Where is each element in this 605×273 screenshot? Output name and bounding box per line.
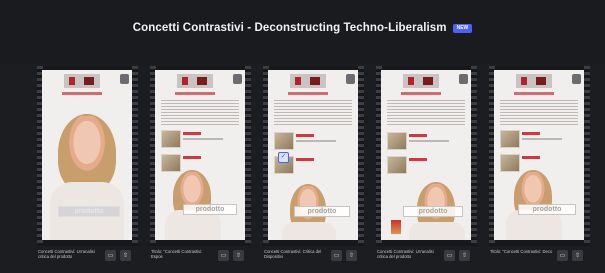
- video-card[interactable]: prodotto Concetti Contrastivi: Un'analis…: [37, 66, 138, 261]
- corner-icon: [233, 74, 242, 84]
- closed-caption-button[interactable]: ▭: [331, 250, 342, 261]
- card-meta: Concetti Contrastivi: Un'analisi critica…: [377, 246, 477, 270]
- article-line: [409, 140, 449, 142]
- article-tag: [296, 158, 314, 161]
- article-thumbnail: [161, 154, 181, 172]
- closed-caption-icon: ▭: [107, 252, 114, 259]
- video-thumbnail[interactable]: prodotto: [494, 70, 584, 240]
- page-title: Concetti Contrastivi - Deconstructing Te…: [132, 22, 447, 34]
- closed-caption-icon: ▭: [333, 252, 340, 259]
- article-thumbnail: [500, 130, 520, 148]
- corner-icon: [459, 74, 468, 84]
- share-icon: ⇧: [235, 252, 242, 259]
- card-meta: Titolo: "Concetti Contrastivi: Deco ▭ ⇧: [490, 246, 590, 270]
- article-thumbnail: [387, 156, 407, 174]
- article-tag: [409, 158, 427, 161]
- presenter-face: [62, 116, 112, 182]
- video-card[interactable]: prodotto Concetti Contrastivi: Un'analis…: [376, 66, 477, 261]
- filmstrip-edge: [358, 66, 364, 246]
- video-card[interactable]: prodotto ✓ Concetti Contrastivi: Critica…: [263, 66, 364, 261]
- card-description: Titolo: "Concetti Contrastivi: Deco: [490, 249, 553, 254]
- presenter-shirt: [282, 222, 336, 240]
- article-line: [522, 138, 562, 140]
- article-thumbnail: [274, 132, 294, 150]
- article-tag: [183, 156, 201, 159]
- new-badge: NEW: [452, 23, 473, 33]
- filmstrip-edge: [245, 66, 251, 246]
- filmstrip-edge: [471, 66, 477, 246]
- document-text: [274, 100, 352, 126]
- corner-icon: [572, 74, 581, 84]
- corner-icon: [120, 74, 129, 84]
- article-line: [296, 140, 336, 142]
- document-heading: [401, 92, 441, 95]
- article-tag: [296, 134, 314, 137]
- book-cover: [391, 220, 401, 234]
- document-logo: [403, 74, 439, 88]
- article-tag: [409, 134, 427, 137]
- document-text: [387, 100, 465, 126]
- document-heading: [288, 92, 328, 95]
- document-text: [500, 100, 578, 126]
- card-description: Concetti Contrastivi: Critica del Dispos…: [264, 249, 322, 259]
- document-text: [161, 100, 239, 126]
- filmstrip-edge: [132, 66, 138, 246]
- article-thumbnail: [500, 154, 520, 172]
- document-logo: [516, 74, 552, 88]
- card-description: Concetti Contrastivi: Un'analisi critica…: [377, 249, 434, 259]
- card-meta: Titolo: "Concetti Contrastivi: Espos ▭ ⇧: [151, 246, 251, 270]
- page-header: Concetti Contrastivi - Deconstructing Te…: [0, 22, 605, 34]
- share-button[interactable]: ⇧: [120, 250, 131, 261]
- article-thumbnail: [387, 132, 407, 150]
- document-logo: [64, 74, 100, 88]
- document-logo: [290, 74, 326, 88]
- closed-caption-icon: ▭: [220, 252, 227, 259]
- caption-overlay: prodotto: [58, 206, 120, 217]
- presenter-face: [420, 184, 452, 226]
- closed-caption-button[interactable]: ▭: [218, 250, 229, 261]
- video-thumbnail[interactable]: prodotto: [155, 70, 245, 240]
- caption-overlay: prodotto: [403, 206, 463, 217]
- card-meta: Concetti Contrastivi: Critica del Dispos…: [264, 246, 364, 270]
- closed-caption-button[interactable]: ▭: [105, 250, 116, 261]
- caption-overlay: prodotto: [518, 204, 576, 215]
- video-thumbnail[interactable]: prodotto: [42, 70, 132, 240]
- share-icon: ⇧: [122, 252, 129, 259]
- article-tag: [522, 132, 540, 135]
- share-icon: ⇧: [461, 252, 468, 259]
- card-description: Titolo: "Concetti Contrastivi: Espos: [151, 249, 203, 259]
- document-heading: [514, 92, 554, 95]
- share-icon: ⇧: [574, 252, 581, 259]
- share-button[interactable]: ⇧: [233, 250, 244, 261]
- article-tag: [522, 156, 540, 159]
- closed-caption-icon: ▭: [559, 252, 566, 259]
- document-logo: [177, 74, 213, 88]
- article-thumbnail: [161, 130, 181, 148]
- document-heading: [62, 92, 102, 95]
- closed-caption-button[interactable]: ▭: [444, 250, 455, 261]
- share-icon: ⇧: [348, 252, 355, 259]
- presenter-shirt: [409, 222, 465, 240]
- share-button[interactable]: ⇧: [572, 250, 583, 261]
- caption-overlay: prodotto: [183, 204, 237, 215]
- video-card[interactable]: prodotto Titolo: "Concetti Contrastivi: …: [489, 66, 590, 261]
- article-line: [183, 138, 223, 140]
- filmstrip-edge: [584, 66, 590, 246]
- caption-overlay: prodotto: [294, 206, 350, 217]
- closed-caption-button[interactable]: ▭: [557, 250, 568, 261]
- closed-caption-icon: ▭: [446, 252, 453, 259]
- share-button[interactable]: ⇧: [459, 250, 470, 261]
- video-card[interactable]: prodotto Titolo: "Concetti Contrastivi: …: [150, 66, 251, 261]
- corner-icon: [346, 74, 355, 84]
- card-meta: Concetti Contrastivi: Un'analisi critica…: [38, 246, 138, 270]
- document-heading: [175, 92, 215, 95]
- article-tag: [183, 132, 201, 135]
- card-description: Concetti Contrastivi: Un'analisi critica…: [38, 249, 95, 259]
- share-button[interactable]: ⇧: [346, 250, 357, 261]
- selection-checkbox[interactable]: ✓: [278, 152, 289, 163]
- video-thumbnail[interactable]: prodotto: [381, 70, 471, 240]
